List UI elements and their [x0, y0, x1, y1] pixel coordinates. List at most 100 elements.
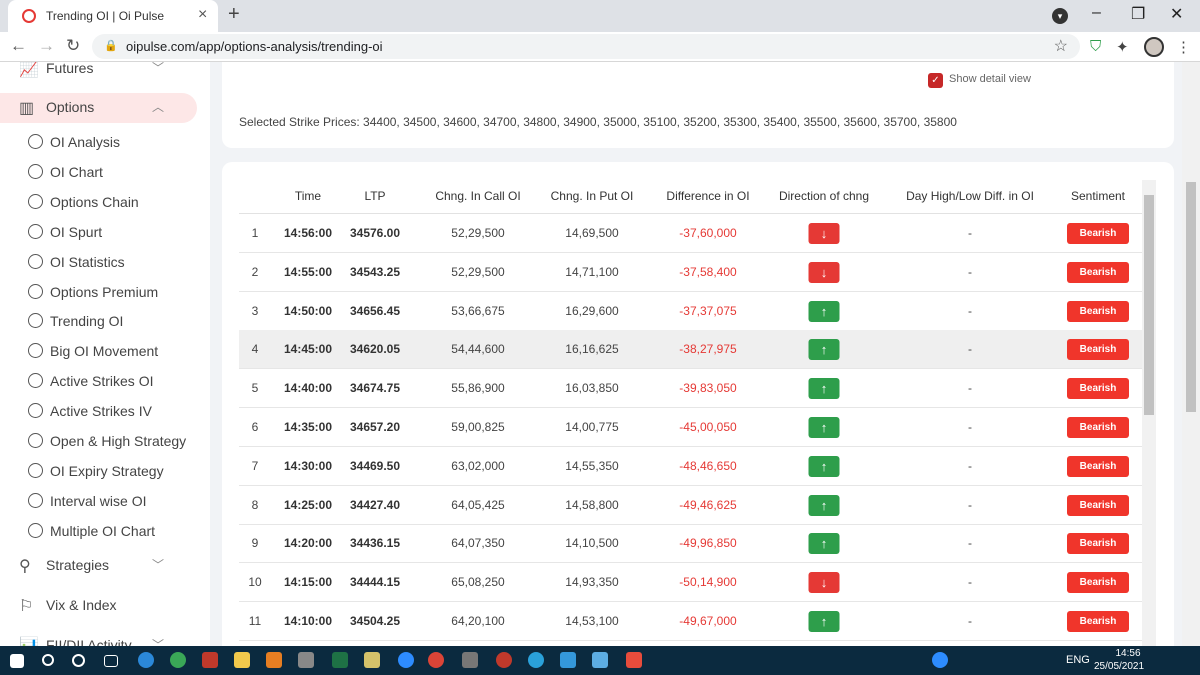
table-row[interactable]: 11 14:10:00 34504.25 64,20,100 14,53,100 -49,… — [239, 602, 1142, 641]
filezilla-icon[interactable] — [202, 652, 218, 668]
app-icon[interactable] — [462, 652, 478, 668]
chrome-icon[interactable] — [428, 652, 444, 668]
zoom-icon[interactable] — [398, 652, 414, 668]
column-header[interactable]: Chng. In Call OI — [435, 189, 520, 203]
extensions-puzzle-icon[interactable]: ✦ — [1116, 38, 1129, 56]
minimize-icon[interactable]: – — [1092, 4, 1101, 22]
column-header[interactable]: Difference in OI — [666, 189, 749, 203]
show-detail-checkbox[interactable]: ✓ — [928, 73, 943, 88]
table-scrollbar[interactable] — [1142, 180, 1156, 652]
sidebar-subitem[interactable]: Options Chain — [0, 189, 210, 217]
options-bar-chart-icon: ▥ — [19, 100, 35, 117]
sidebar-subitem[interactable]: Active Strikes IV — [0, 398, 210, 426]
bookmark-star-icon[interactable]: ☆ — [1054, 36, 1068, 56]
tab-search-icon[interactable]: ▾ — [1052, 8, 1068, 24]
row-number: 8 — [251, 497, 259, 512]
sidebar-subitem[interactable]: OI Expiry Strategy — [0, 458, 210, 486]
sidebar-item-label: Strategies — [46, 557, 110, 573]
reload-icon[interactable]: ↻ — [66, 36, 80, 56]
table-row[interactable]: 7 14:30:00 34469.50 63,02,000 14,55,350 -48,4… — [239, 447, 1142, 486]
vlc-icon[interactable] — [266, 652, 282, 668]
clock-date[interactable]: 25/05/2021 — [1094, 661, 1144, 672]
media-icon[interactable] — [626, 652, 642, 668]
sidebar-subitem[interactable]: Options Premium — [0, 279, 210, 307]
sidebar-subitem[interactable]: OI Statistics — [0, 249, 210, 277]
sidebar-subitem[interactable]: Active Strikes OI — [0, 368, 210, 396]
windows-start-icon[interactable] — [10, 654, 24, 668]
cortana-icon[interactable] — [72, 654, 85, 667]
close-window-icon[interactable]: ✕ — [1170, 4, 1183, 24]
sidebar-item-strategies[interactable]: ⚲ Strategies ﹀ — [0, 551, 210, 581]
restore-icon[interactable]: ❐ — [1131, 4, 1145, 24]
clock-time[interactable]: 14:56 — [1108, 648, 1148, 659]
table-row[interactable]: 1 14:56:00 34576.00 52,29,500 14,69,500 -37,6… — [239, 214, 1142, 253]
search-icon[interactable] — [42, 654, 54, 666]
table-row[interactable]: 2 14:55:00 34543.25 52,29,500 14,71,100 -37,5… — [239, 253, 1142, 292]
skype-icon[interactable] — [560, 652, 576, 668]
sidebar-subitem[interactable]: OI Spurt — [0, 219, 210, 247]
sidebar-subitem[interactable]: Interval wise OI — [0, 488, 210, 516]
table-row[interactable]: 5 14:40:00 34674.75 55,86,900 16,03,850 -39,8… — [239, 369, 1142, 409]
profile-avatar[interactable] — [1144, 37, 1164, 57]
excel-icon[interactable] — [332, 652, 348, 668]
sentiment-badge: Bearish — [1067, 533, 1129, 555]
sidebar-subitem[interactable]: OI Analysis — [0, 129, 210, 157]
column-header[interactable]: LTP — [364, 189, 385, 203]
column-header[interactable]: Direction of chng — [779, 189, 869, 203]
circle-icon — [28, 462, 43, 478]
sidebar-item-futures[interactable]: 📈 Futures ﹀ — [0, 62, 210, 84]
tradingview-icon[interactable] — [170, 652, 186, 668]
browser-menu-icon[interactable]: ⋮ — [1176, 38, 1191, 56]
table-row[interactable]: 4 14:45:00 34620.05 54,44,600 16,16,625 -38,2… — [239, 330, 1142, 370]
table-row[interactable]: 10 14:15:00 34444.15 65,08,250 14,93,350 -50,… — [239, 563, 1142, 603]
call-oi-cell: 52,29,500 — [451, 264, 505, 279]
opera-icon[interactable] — [496, 652, 512, 668]
page-scrollbar[interactable] — [1182, 62, 1200, 646]
sidebar-subitem[interactable]: Big OI Movement — [0, 338, 210, 366]
close-tab-icon[interactable]: × — [198, 6, 207, 24]
ltp-cell: 34469.50 — [349, 458, 401, 473]
edge-icon[interactable] — [138, 652, 154, 668]
sidebar-subitem[interactable]: Open & High Strategy — [0, 428, 210, 456]
new-tab-icon[interactable]: + — [228, 3, 240, 26]
sentiment-badge: Bearish — [1067, 417, 1129, 438]
day-high-low-cell: - — [968, 614, 972, 628]
file-explorer-icon[interactable] — [234, 652, 250, 668]
sidebar-subitem[interactable]: Trending OI — [0, 308, 210, 336]
browser-tab[interactable]: Trending OI | Oi Pulse × — [8, 0, 218, 32]
sidebar-subitem-label: Trending OI — [50, 313, 124, 330]
table-row[interactable]: 3 14:50:00 34656.45 53,66,675 16,29,600 -37,3… — [239, 292, 1142, 331]
input-language[interactable]: ENG — [1066, 654, 1090, 666]
back-icon[interactable]: ← — [10, 36, 27, 56]
page-scroll-thumb[interactable] — [1186, 182, 1196, 412]
column-header[interactable]: Sentiment — [1071, 189, 1125, 203]
sidebar-subitem[interactable]: OI Chart — [0, 159, 210, 187]
sidebar-subitem-label: OI Analysis — [50, 134, 121, 150]
help-icon[interactable] — [932, 652, 948, 668]
sidebar-subitem[interactable]: Multiple OI Chart — [0, 518, 210, 546]
teamviewer-icon[interactable] — [592, 652, 608, 668]
network-app-icon[interactable] — [298, 652, 314, 668]
diff-oi-cell: -50,14,900 — [679, 575, 737, 590]
column-header[interactable]: Time — [295, 189, 321, 203]
browser-toolbar: ← → ↻ 🔒 oipulse.com/app/options-analysis… — [0, 32, 1200, 62]
notes-icon[interactable] — [364, 652, 380, 668]
forward-icon[interactable]: → — [38, 36, 55, 56]
address-bar[interactable]: 🔒 oipulse.com/app/options-analysis/trend… — [92, 34, 1080, 59]
extension-shield-icon[interactable]: ⛉ — [1090, 38, 1101, 55]
table-row[interactable]: 8 14:25:00 34427.40 64,05,425 14,58,800 -49,4… — [239, 486, 1142, 525]
ltp-cell: 34436.15 — [349, 536, 401, 551]
diff-oi-cell: -37,58,400 — [679, 264, 737, 279]
task-view-icon[interactable] — [104, 655, 118, 667]
column-header[interactable]: Chng. In Put OI — [551, 189, 634, 203]
arrow-down-icon: ↓ — [808, 261, 840, 283]
column-header[interactable]: Day High/Low Diff. in OI — [906, 189, 1034, 203]
table-row[interactable]: 6 14:35:00 34657.20 59,00,825 14,00,775 -45,0… — [239, 408, 1142, 447]
sidebar-item-fii-dii[interactable]: 📊 FII/DII Activity ﹀ — [0, 631, 210, 646]
table-row[interactable]: 9 14:20:00 34436.15 64,07,350 14,10,500 -49,9… — [239, 524, 1142, 564]
sidebar-item-options[interactable]: ▥ Options ︿ — [0, 93, 210, 123]
sidebar-item-vix-index[interactable]: ⚐ Vix & Index — [0, 591, 210, 621]
telegram-icon[interactable] — [528, 652, 544, 668]
table-scroll-thumb[interactable] — [1144, 195, 1154, 415]
ltp-cell: 34620.05 — [349, 342, 401, 357]
